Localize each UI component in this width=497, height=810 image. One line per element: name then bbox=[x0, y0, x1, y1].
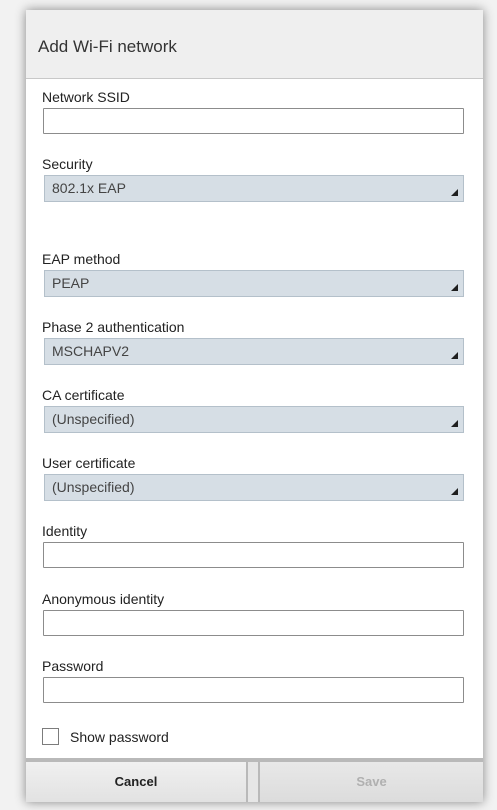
anonymous-identity-input[interactable] bbox=[43, 610, 464, 636]
user-certificate-spinner[interactable]: (Unspecified) bbox=[44, 474, 464, 501]
dropdown-arrow-icon bbox=[451, 284, 458, 291]
dialog-title: Add Wi-Fi network bbox=[38, 37, 177, 56]
eap-method-label: EAP method bbox=[42, 251, 121, 267]
phase2-label: Phase 2 authentication bbox=[42, 319, 185, 335]
ca-certificate-value: (Unspecified) bbox=[52, 411, 135, 427]
dropdown-arrow-icon bbox=[451, 352, 458, 359]
dialog-title-bar: Add Wi-Fi network bbox=[26, 10, 483, 79]
eap-method-value: PEAP bbox=[52, 275, 90, 291]
save-button[interactable]: Save bbox=[258, 762, 483, 802]
security-label: Security bbox=[42, 156, 93, 172]
user-certificate-label: User certificate bbox=[42, 455, 136, 471]
security-spinner[interactable]: 802.1x EAP bbox=[44, 175, 464, 202]
add-wifi-dialog: Add Wi-Fi network Network SSID Security … bbox=[26, 10, 483, 802]
password-label: Password bbox=[42, 658, 104, 674]
ssid-label: Network SSID bbox=[42, 89, 130, 105]
password-input[interactable] bbox=[43, 677, 464, 703]
show-password-label[interactable]: Show password bbox=[70, 728, 169, 746]
anonymous-identity-label: Anonymous identity bbox=[42, 591, 165, 607]
cancel-button[interactable]: Cancel bbox=[26, 762, 248, 802]
security-value: 802.1x EAP bbox=[52, 180, 126, 196]
phase2-spinner[interactable]: MSCHAPV2 bbox=[44, 338, 464, 365]
identity-label: Identity bbox=[42, 523, 88, 539]
ca-certificate-label: CA certificate bbox=[42, 387, 125, 403]
dropdown-arrow-icon bbox=[451, 189, 458, 196]
dropdown-arrow-icon bbox=[451, 420, 458, 427]
user-certificate-value: (Unspecified) bbox=[52, 479, 135, 495]
ssid-input[interactable] bbox=[43, 108, 464, 134]
show-password-checkbox[interactable] bbox=[42, 728, 59, 745]
eap-method-spinner[interactable]: PEAP bbox=[44, 270, 464, 297]
phase2-value: MSCHAPV2 bbox=[52, 343, 130, 359]
dropdown-arrow-icon bbox=[451, 488, 458, 495]
ca-certificate-spinner[interactable]: (Unspecified) bbox=[44, 406, 464, 433]
button-bar: Cancel Save bbox=[26, 758, 483, 802]
identity-input[interactable] bbox=[43, 542, 464, 568]
